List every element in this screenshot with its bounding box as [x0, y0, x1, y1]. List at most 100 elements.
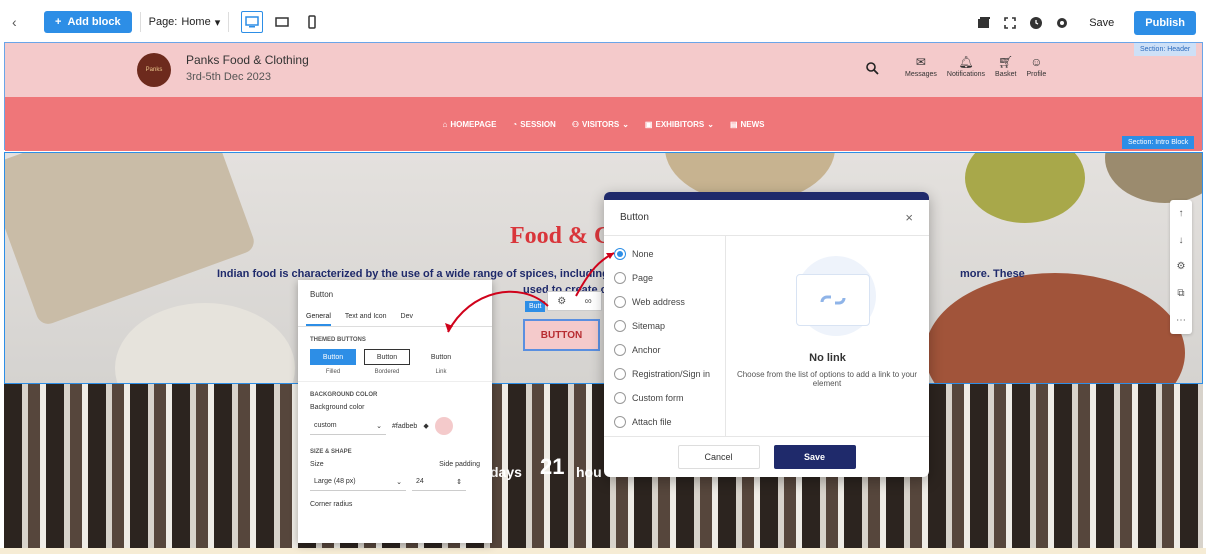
option-registration[interactable]: Registration/Sign in	[604, 362, 725, 386]
nav-exhibitors[interactable]: ▣ EXHIBITORS ⌄	[645, 120, 714, 129]
back-icon[interactable]: ‹	[12, 14, 36, 30]
theme-filled[interactable]: Button Filled	[310, 349, 356, 375]
desktop-view-icon[interactable]	[241, 11, 264, 33]
dialog-header: Button ×	[604, 200, 929, 236]
header-section[interactable]: Panks Panks Food & Clothing 3rd-5th Dec …	[4, 42, 1203, 151]
bg-hex-input[interactable]: #fadbeb	[392, 423, 417, 430]
nav-homepage[interactable]: ⌂ HOMEPAGE	[443, 120, 497, 129]
notifications-link[interactable]: 🔔︎ Notifications	[947, 55, 985, 78]
chevron-down-icon: ⌄	[622, 119, 629, 129]
radio	[614, 320, 626, 332]
bg-color-label: Background color	[310, 404, 365, 411]
site-date: 3rd-5th Dec 2023	[186, 71, 271, 83]
link-icon[interactable]: ∞	[585, 296, 592, 307]
bg-color-heading: BACKGROUND COLOR	[310, 392, 378, 398]
intro-text[interactable]: Indian food is characterized by the use …	[217, 268, 609, 280]
dialog-save-button[interactable]: Save	[773, 445, 856, 469]
size-shape-heading: SIZE & SHAPE	[310, 449, 352, 455]
food-image-guac	[965, 153, 1085, 223]
no-link-text: Choose from the list of options to add a…	[736, 370, 918, 388]
publish-button[interactable]: Publish	[1134, 11, 1196, 35]
block-label: Butt	[525, 301, 546, 312]
stepper-icon: ⇕	[456, 479, 462, 486]
theme-link[interactable]: Button Link	[418, 349, 464, 376]
session-icon: ◔	[512, 119, 518, 129]
envelope-icon: ✉	[915, 55, 926, 69]
button-settings-panel: Button General Text and Icon Dev THEMED …	[298, 280, 492, 543]
media-icon[interactable]	[977, 16, 991, 30]
profile-menu[interactable]: ☺ Profile	[1026, 55, 1046, 78]
color-swatch[interactable]	[434, 417, 453, 435]
intro-title[interactable]: Food & C	[510, 223, 611, 250]
fill-icon[interactable]: ◆	[423, 422, 428, 430]
dialog-title: Button	[620, 212, 649, 223]
site-title: Panks Food & Clothing	[186, 53, 309, 67]
broken-link-icon	[796, 274, 870, 326]
page-footer-strip	[0, 548, 1206, 554]
site-logo[interactable]: Panks	[137, 53, 171, 87]
side-padding-input[interactable]: 24 ⇕	[412, 474, 466, 491]
option-anchor[interactable]: Anchor	[604, 338, 725, 362]
tablet-view-icon[interactable]	[271, 11, 293, 33]
block-toolbar: ⚙ ∞	[547, 291, 602, 311]
tab-general[interactable]: General	[306, 309, 331, 326]
radio	[614, 368, 626, 380]
move-up-icon[interactable]: ↑	[1179, 208, 1184, 219]
more-icon[interactable]: ⋯	[1176, 315, 1186, 326]
theme-bordered[interactable]: Button Bordered	[364, 349, 410, 375]
bell-icon: 🔔︎	[958, 55, 974, 69]
search-icon[interactable]	[865, 61, 879, 80]
page-selector[interactable]: Page: Home ▾	[149, 16, 221, 29]
avatar-icon: ☺	[1030, 55, 1043, 69]
messages-link[interactable]: ✉ Messages	[905, 55, 937, 78]
duplicate-icon[interactable]: ⧉	[1177, 288, 1184, 299]
nav-session[interactable]: ◔ SESSION	[512, 120, 555, 129]
header-top: Panks Panks Food & Clothing 3rd-5th Dec …	[5, 43, 1202, 97]
intro-button[interactable]: BUTTON	[523, 319, 600, 351]
settings-gear-icon[interactable]	[1055, 16, 1069, 30]
mobile-view-icon[interactable]	[301, 11, 323, 33]
size-select[interactable]: Large (48 px) ⌄	[310, 474, 406, 491]
option-sitemap[interactable]: Sitemap	[604, 314, 725, 338]
option-web-address[interactable]: Web address	[604, 290, 725, 314]
gear-icon[interactable]: ⚙	[1177, 261, 1186, 272]
nav-news[interactable]: ▤ NEWS	[730, 120, 765, 129]
users-icon: ⚇	[571, 119, 580, 129]
themed-buttons: Button Filled Button Bordered Button Link	[298, 343, 492, 382]
button-link-dialog: Button × None Page Web address Sitemap A…	[604, 192, 929, 477]
option-none[interactable]: None	[604, 242, 725, 266]
basket-link[interactable]: 🛒︎ Basket	[995, 55, 1016, 78]
gear-icon[interactable]: ⚙	[557, 296, 566, 307]
panel-title: Button	[310, 290, 334, 299]
main-nav: ⌂ HOMEPAGE ◔ SESSION ⚇ VISITORS ⌄ ▣ EXHIBITOR…	[5, 97, 1202, 151]
panel-tabs: General Text and Icon Dev	[298, 309, 492, 327]
intro-text-3[interactable]: more. These	[960, 268, 1025, 280]
radio	[614, 344, 626, 356]
radio	[614, 392, 626, 404]
briefcase-icon: ▣	[644, 119, 653, 129]
bg-color-select[interactable]: custom ⌄	[310, 418, 386, 435]
radio	[614, 296, 626, 308]
divider	[139, 12, 141, 32]
section-tag-intro: Section: Intro Block	[1122, 136, 1195, 149]
nav-visitors[interactable]: ⚇ VISITORS ⌄	[572, 120, 629, 129]
tab-dev[interactable]: Dev	[401, 309, 413, 326]
radio	[614, 272, 626, 284]
option-page[interactable]: Page	[604, 266, 725, 290]
fullscreen-icon[interactable]	[1003, 16, 1017, 30]
save-button[interactable]: Save	[1081, 17, 1122, 29]
hours-value: 21	[540, 454, 565, 479]
section-controls: ↑ ↓ ⚙ ⧉ ⋯	[1170, 200, 1192, 334]
chevron-down-icon: ⌄	[376, 422, 382, 430]
dialog-accent-bar	[604, 192, 929, 200]
option-attach-file[interactable]: Attach file	[604, 410, 725, 434]
add-block-button[interactable]: + Add block	[44, 11, 132, 33]
close-icon[interactable]: ×	[905, 210, 913, 225]
move-down-icon[interactable]: ↓	[1179, 235, 1184, 246]
bg-color-row: custom ⌄ #fadbeb ◆	[298, 417, 492, 435]
cancel-button[interactable]: Cancel	[677, 445, 760, 469]
history-icon[interactable]	[1029, 16, 1043, 30]
option-custom-form[interactable]: Custom form	[604, 386, 725, 410]
tab-text-and-icon[interactable]: Text and Icon	[345, 309, 387, 326]
news-icon: ▤	[729, 119, 738, 129]
